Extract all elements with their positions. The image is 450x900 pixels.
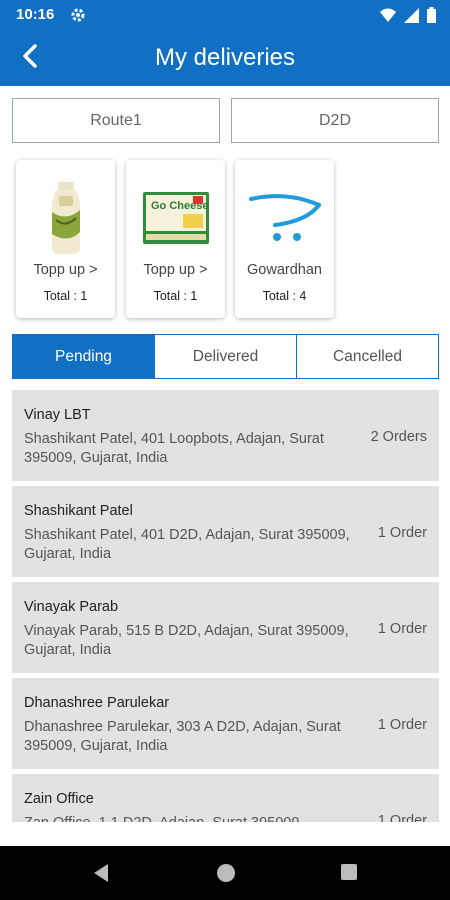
order-count: 2 Orders [370, 429, 427, 445]
order-card[interactable]: Shashikant Patel Shashikant Patel, 401 D… [12, 486, 439, 577]
customer-address: Dhanashree Parulekar, 303 A D2D, Adajan,… [24, 719, 341, 754]
cheese-pack-image: Go Cheese [126, 174, 225, 262]
customer-name: Dhanashree Parulekar [24, 695, 170, 711]
product-card[interactable]: Gowardhan Total : 4 [235, 160, 334, 318]
product-name: Gowardhan [247, 262, 322, 278]
order-count: 1 Order [377, 813, 427, 822]
orders-list[interactable]: Vinay LBT Shashikant Patel, 401 Loopbots… [12, 390, 439, 822]
tab-cancelled[interactable]: Cancelled [297, 335, 438, 378]
page-title: My deliveries [154, 44, 296, 71]
customer-name: Vinay LBT [24, 407, 91, 423]
product-name: Topp up > [143, 262, 208, 278]
nav-home-icon[interactable] [216, 863, 236, 888]
customer-address: Shashikant Patel, 401 D2D, Adajan, Surat… [24, 527, 350, 562]
customer-name: Shashikant Patel [24, 503, 133, 519]
app-bar: My deliveries [0, 30, 450, 86]
customer-name: Zain Office [24, 791, 94, 807]
nav-recents-icon[interactable] [340, 863, 358, 886]
order-count: 1 Order [377, 621, 427, 637]
route-selector[interactable]: Route1 [12, 98, 220, 143]
product-total: Total : 4 [262, 289, 307, 303]
battery-icon [427, 7, 436, 28]
product-card[interactable]: Topp up > Total : 1 [16, 160, 115, 318]
product-total: Total : 1 [153, 289, 198, 303]
nav-back-icon[interactable] [92, 863, 110, 888]
product-name: Topp up > [33, 262, 98, 278]
product-card[interactable]: Go Cheese Topp up > Total : 1 [126, 160, 225, 318]
status-tabs: Pending Delivered Cancelled [12, 334, 439, 379]
customer-address: Vinayak Parab, 515 B D2D, Adajan, Surat … [24, 623, 349, 658]
order-card[interactable]: Vinay LBT Shashikant Patel, 401 Loopbots… [12, 390, 439, 481]
product-total: Total : 1 [43, 289, 88, 303]
order-card[interactable]: Dhanashree Parulekar Dhanashree Paruleka… [12, 678, 439, 769]
order-count: 1 Order [377, 717, 427, 733]
signal-icon [404, 7, 419, 28]
order-card[interactable]: Zain Office Zan Office, 1 1 D2D, Adajan,… [12, 774, 439, 822]
settings-gear-icon [70, 7, 86, 28]
customer-name: Vinayak Parab [24, 599, 119, 615]
wifi-icon [380, 8, 396, 27]
tab-pending[interactable]: Pending [13, 335, 155, 378]
status-bar: 10:16 [0, 0, 450, 30]
tab-delivered[interactable]: Delivered [155, 335, 297, 378]
customer-address: Zan Office, 1 1 D2D, Adajan, Surat 39500… [24, 814, 364, 822]
status-time: 10:16 [16, 6, 55, 23]
order-card[interactable]: Vinayak Parab Vinayak Parab, 515 B D2D, … [12, 582, 439, 673]
system-nav-bar [0, 846, 450, 900]
customer-address: Shashikant Patel, 401 Loopbots, Adajan, … [24, 431, 324, 466]
delivery-type-selector[interactable]: D2D [231, 98, 439, 143]
order-count: 1 Order [377, 525, 427, 541]
cart-logo-icon [235, 174, 334, 262]
bottle-image [16, 174, 115, 262]
